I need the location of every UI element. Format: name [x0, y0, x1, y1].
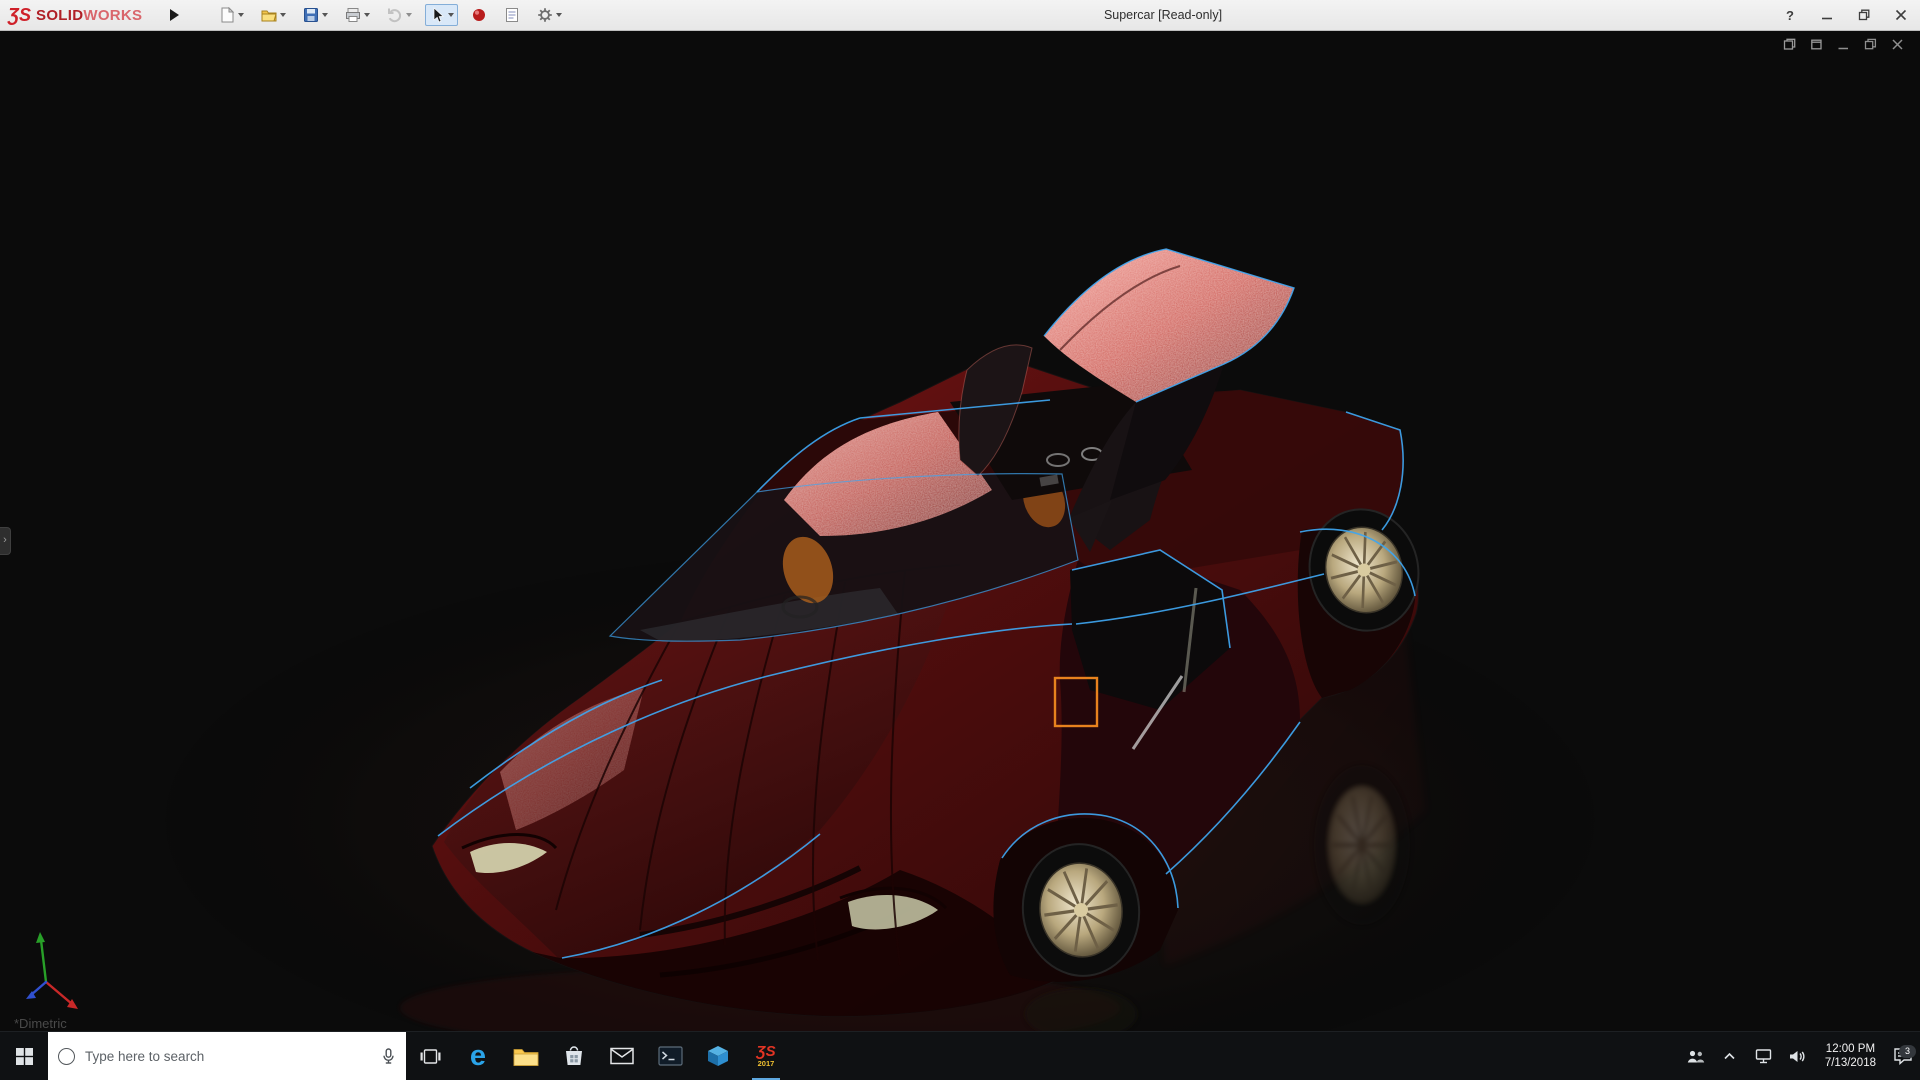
- chevron-down-icon[interactable]: [238, 13, 244, 17]
- appearances-icon: [471, 7, 487, 23]
- restore-icon: [1858, 9, 1870, 21]
- solidworks-glyph: ƷS: [756, 1044, 775, 1059]
- minimize-icon: [1821, 9, 1833, 21]
- cad-cube-icon: [706, 1044, 730, 1068]
- doc-icon-1[interactable]: [1782, 37, 1796, 51]
- close-icon: [1895, 9, 1907, 21]
- chevron-down-icon[interactable]: [556, 13, 562, 17]
- mail-button[interactable]: [598, 1032, 646, 1080]
- view-orientation-label: *Dimetric: [14, 1016, 67, 1031]
- solidworks-logo: ƷS SOLIDWORKS: [0, 6, 142, 24]
- new-document-icon: [219, 7, 235, 23]
- task-view-icon: [420, 1048, 441, 1065]
- document-properties-icon: [504, 7, 520, 23]
- save-icon: [303, 7, 319, 23]
- doc-restore-icon[interactable]: [1863, 37, 1877, 51]
- save-button[interactable]: [299, 4, 332, 26]
- start-icon: [16, 1048, 33, 1065]
- document-window-controls: [1782, 37, 1904, 51]
- print-icon: [345, 7, 361, 23]
- title-bar: ƷS SOLIDWORKS: [0, 0, 1920, 31]
- people-button[interactable]: [1679, 1049, 1713, 1064]
- edge-icon: e: [470, 1042, 486, 1071]
- store-icon: [562, 1044, 586, 1068]
- volume-button[interactable]: [1781, 1049, 1815, 1064]
- solidworks-logo-icon: ƷS: [8, 6, 31, 24]
- task-view-button[interactable]: [406, 1032, 454, 1080]
- minimize-button[interactable]: [1818, 5, 1836, 25]
- search-input[interactable]: [83, 1048, 373, 1065]
- new-document-button[interactable]: [215, 4, 248, 26]
- console-button[interactable]: [646, 1032, 694, 1080]
- feature-tree-flyout-tab[interactable]: ›: [0, 527, 11, 555]
- windows-taskbar: e: [0, 1031, 1920, 1080]
- mail-icon: [610, 1047, 634, 1065]
- solidworks-brand-text: SOLIDWORKS: [36, 7, 142, 24]
- open-button[interactable]: [257, 4, 290, 26]
- notification-badge: 3: [1899, 1045, 1916, 1058]
- clock-time: 12:00 PM: [1826, 1042, 1875, 1056]
- options-gear-icon: [537, 7, 553, 23]
- doc-minimize-icon[interactable]: [1836, 37, 1850, 51]
- quick-access-toolbar: [215, 4, 566, 26]
- chevron-down-icon[interactable]: [280, 13, 286, 17]
- close-button[interactable]: [1892, 5, 1910, 25]
- network-button[interactable]: [1747, 1048, 1781, 1064]
- solidworks-icon: ƷS 2017: [756, 1044, 775, 1068]
- menu-expand-arrow-icon[interactable]: [170, 9, 179, 21]
- taskbar-clock[interactable]: 12:00 PM 7/13/2018: [1815, 1042, 1886, 1070]
- window-title: Supercar [Read-only]: [1104, 0, 1222, 30]
- chevron-down-icon[interactable]: [448, 13, 454, 17]
- brand-works: WORKS: [83, 7, 142, 24]
- taskbar-apps: e: [406, 1032, 790, 1080]
- taskbar-search[interactable]: [48, 1032, 406, 1080]
- help-button[interactable]: ?: [1781, 5, 1799, 25]
- document-properties-button[interactable]: [500, 4, 524, 26]
- appearances-button[interactable]: [467, 4, 491, 26]
- open-icon: [261, 7, 277, 23]
- window-controls: ?: [1781, 0, 1910, 30]
- 3d-model-supercar[interactable]: [0, 30, 1920, 1032]
- restore-button[interactable]: [1855, 5, 1873, 25]
- action-center-button[interactable]: 3: [1886, 1047, 1920, 1065]
- solidworks-app-button[interactable]: ƷS 2017: [742, 1032, 790, 1080]
- solidworks-year-label: 2017: [758, 1060, 775, 1068]
- options-button[interactable]: [533, 4, 566, 26]
- cortana-circle-icon: [58, 1048, 75, 1065]
- store-button[interactable]: [550, 1032, 598, 1080]
- door-panel-highlight: [1044, 249, 1294, 402]
- cad-cube-button[interactable]: [694, 1032, 742, 1080]
- tray-overflow-button[interactable]: [1713, 1051, 1747, 1061]
- graphics-viewport[interactable]: ›: [0, 30, 1920, 1032]
- doc-close-icon[interactable]: [1890, 37, 1904, 51]
- start-button[interactable]: [0, 1032, 48, 1080]
- brand-solid: SOLID: [36, 7, 83, 24]
- system-tray: 12:00 PM 7/13/2018 3: [1679, 1032, 1920, 1080]
- select-cursor-icon: [429, 7, 445, 23]
- people-icon: [1686, 1049, 1705, 1064]
- microphone-icon[interactable]: [381, 1048, 396, 1065]
- clock-date: 7/13/2018: [1825, 1056, 1876, 1070]
- doc-icon-2[interactable]: [1809, 37, 1823, 51]
- chevron-up-icon: [1723, 1051, 1736, 1061]
- print-button[interactable]: [341, 4, 374, 26]
- undo-button[interactable]: [383, 4, 416, 26]
- file-explorer-button[interactable]: [502, 1032, 550, 1080]
- chevron-down-icon[interactable]: [322, 13, 328, 17]
- volume-icon: [1789, 1049, 1806, 1064]
- chevron-down-icon[interactable]: [406, 13, 412, 17]
- edge-button[interactable]: e: [454, 1032, 502, 1080]
- chevron-down-icon[interactable]: [364, 13, 370, 17]
- undo-icon: [387, 7, 403, 23]
- network-icon: [1755, 1048, 1772, 1064]
- console-icon: [658, 1046, 683, 1066]
- solidworks-desktop: { "titlebar": { "logo_glyph": "ƷS", "bra…: [0, 0, 1920, 1080]
- file-explorer-icon: [513, 1046, 539, 1067]
- select-button[interactable]: [425, 4, 458, 26]
- orientation-triad: [26, 932, 78, 1009]
